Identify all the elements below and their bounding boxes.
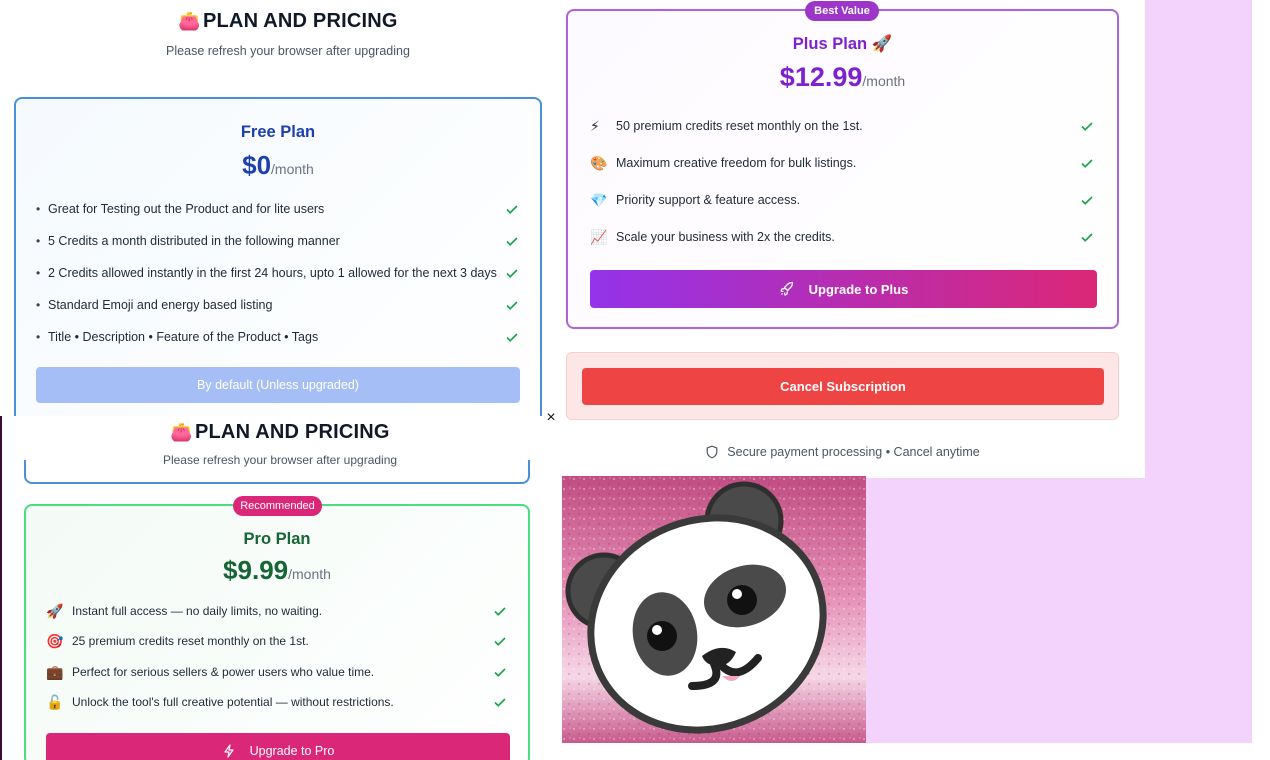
close-icon[interactable]: ×	[543, 409, 559, 427]
upgrade-to-plus-button[interactable]: Upgrade to Plus	[590, 270, 1097, 308]
target-icon: 🎯	[46, 632, 64, 649]
feature-item: 💎 Priority support & feature access.	[590, 189, 1095, 211]
check-icon	[494, 607, 506, 616]
background-panel-lower	[866, 478, 1252, 743]
plan-price: $0/month	[242, 150, 314, 180]
check-icon	[506, 269, 518, 278]
gem-icon: 💎	[590, 191, 608, 208]
palette-icon: 🎨	[590, 154, 608, 171]
feature-item: • 2 Credits allowed instantly in the firs…	[36, 262, 520, 284]
purse-icon: 👛	[178, 11, 201, 31]
upgrade-to-pro-button[interactable]: Upgrade to Pro	[46, 733, 510, 760]
free-plan-card: Free Plan $0/month • Great for Testing ou…	[14, 97, 542, 427]
page-title: 👛 PLAN AND PRICING	[178, 10, 398, 32]
feature-item: 🎨 Maximum creative freedom for bulk listi…	[590, 152, 1095, 174]
feature-item: 💼 Perfect for serious sellers & power use…	[46, 661, 508, 683]
plan-price: $12.99/month	[779, 62, 906, 92]
chart-up-icon: 📈	[590, 228, 608, 245]
feature-item: ⚡ 50 premium credits reset monthly on the…	[590, 115, 1095, 137]
check-icon	[1081, 159, 1093, 168]
check-icon	[506, 237, 518, 246]
panda-sticker	[562, 476, 866, 743]
best-value-badge: Best Value	[805, 1, 879, 21]
shield-icon	[706, 445, 718, 459]
plan-name: Free Plan	[240, 123, 316, 141]
bolt-icon: ⚡	[590, 117, 600, 134]
feature-item: 🎯 25 premium credits reset monthly on the…	[46, 630, 508, 652]
check-icon	[506, 205, 518, 214]
page-subtitle: Please refresh your browser after upgrad…	[166, 44, 410, 58]
feature-item: 📈 Scale your business with 2x the credits…	[590, 226, 1095, 248]
plan-name: Plus Plan 🚀	[792, 35, 893, 53]
unlock-icon: 🔓	[46, 693, 64, 710]
secure-payment-note: Secure payment processing • Cancel anyti…	[566, 443, 1119, 461]
feature-item: 🚀 Instant full access — no daily limits, …	[46, 600, 508, 622]
free-plan-default-button[interactable]: By default (Unless upgraded)	[36, 367, 520, 403]
plan-name: Pro Plan	[243, 530, 311, 548]
rocket-icon: 🚀	[46, 602, 64, 619]
feature-item: • Standard Emoji and energy based listing	[36, 294, 520, 316]
modal-title: 👛 PLAN AND PRICING	[170, 421, 390, 443]
cancel-subscription-button[interactable]: Cancel Subscription	[582, 368, 1104, 405]
check-icon	[506, 333, 518, 342]
check-icon	[1081, 196, 1093, 205]
feature-item: • 5 Credits a month distributed in the fo…	[36, 230, 520, 252]
card-edge	[24, 460, 530, 484]
check-icon	[1081, 122, 1093, 131]
bolt-icon	[224, 744, 234, 758]
rocket-icon	[780, 281, 793, 296]
feature-item: 🔓 Unlock the tool's full creative potenti…	[46, 691, 508, 713]
pricing-modal: × 👛 PLAN AND PRICING Please refresh your …	[0, 409, 561, 760]
check-icon	[494, 698, 506, 707]
pro-plan-card: Pro Plan $9.99/month 🚀 Instant full acces…	[24, 504, 530, 760]
recommended-badge: Recommended	[233, 496, 322, 516]
feature-item: • Great for Testing out the Product and f…	[36, 198, 520, 220]
check-icon	[494, 668, 506, 677]
purse-icon: 👛	[170, 422, 193, 442]
feature-item: • Title • Description • Feature of the Pr…	[36, 326, 520, 348]
briefcase-icon: 💼	[46, 663, 64, 680]
cancel-subscription-panel: Cancel Subscription	[566, 352, 1119, 420]
check-icon	[506, 301, 518, 310]
check-icon	[1081, 233, 1093, 242]
plan-price: $9.99/month	[223, 555, 331, 585]
check-icon	[494, 637, 506, 646]
pricing-header: 👛 PLAN AND PRICING Please refresh your br…	[14, 10, 562, 58]
plus-plan-card: Plus Plan 🚀 $12.99/month ⚡ 50 premium cre…	[566, 9, 1119, 329]
